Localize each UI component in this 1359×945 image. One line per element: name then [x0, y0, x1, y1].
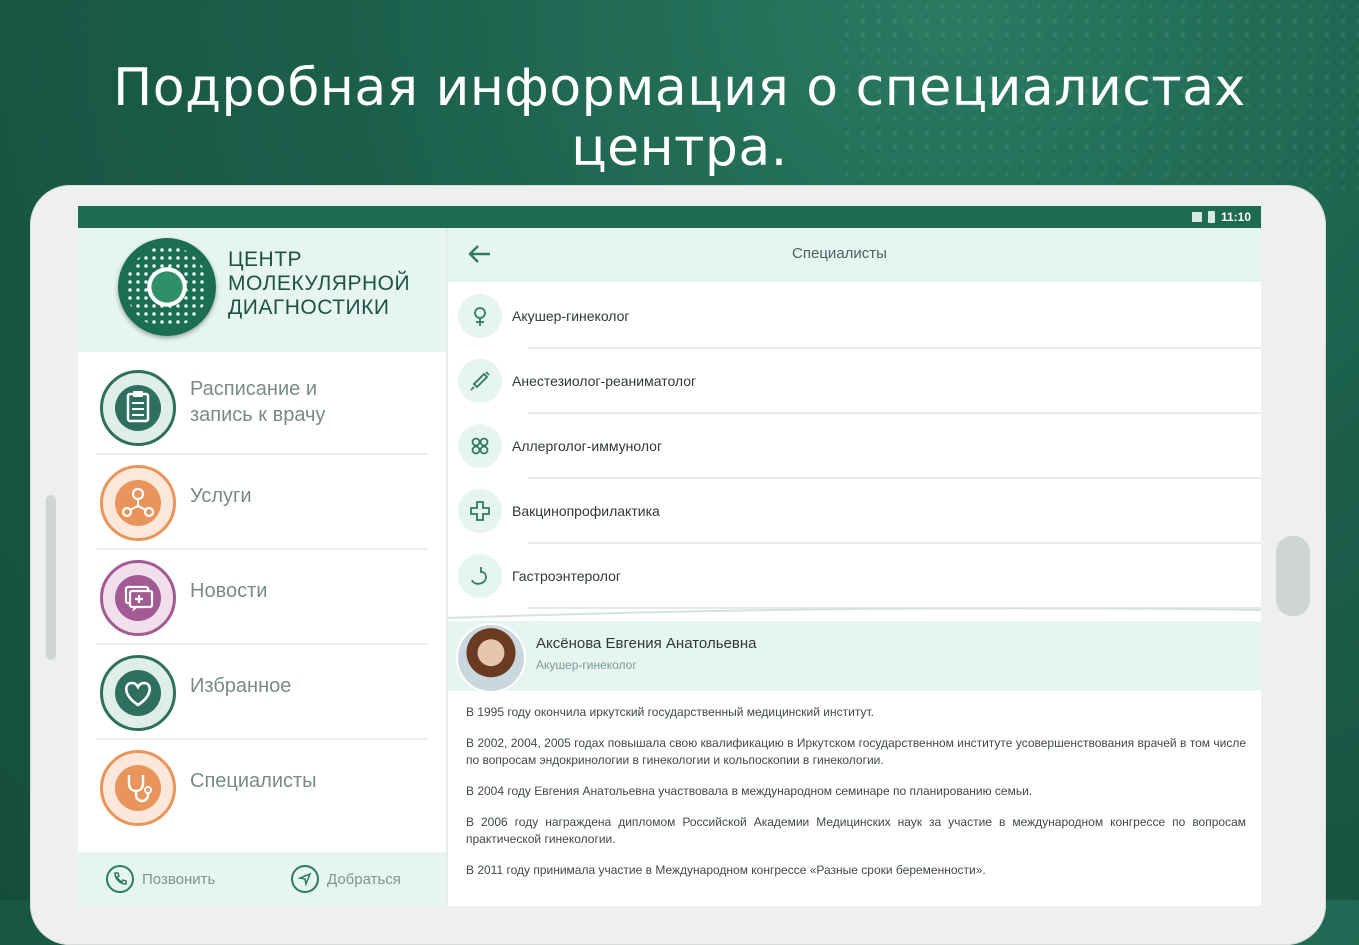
female-icon [458, 294, 502, 338]
doctor-specialty: Акушер-гинеколог [536, 658, 637, 672]
doctor-bio: В 1995 году окончила иркутский государст… [466, 704, 1246, 893]
drawer-header: ЦЕНТР МОЛЕКУЛЯРНОЙ ДИАГНОСТИКИ [78, 228, 446, 352]
menu-label-specialists: Специалисты [190, 770, 317, 792]
syringe-icon [458, 359, 502, 403]
logo-line-2: МОЛЕКУЛЯРНОЙ [228, 272, 411, 295]
list-item-specialty[interactable]: Аллерголог-иммунолог [448, 414, 1261, 479]
status-bar: 11:10 [78, 206, 1261, 228]
list-item-specialty[interactable]: Вакцинопрофилактика [448, 479, 1261, 544]
stomach-icon [458, 554, 502, 598]
page-title: Специалисты [792, 245, 887, 262]
tablet-side-button-left [46, 495, 56, 660]
logo-icon [118, 238, 216, 336]
menu-item-specialists[interactable]: Специалисты [78, 740, 446, 835]
call-button[interactable]: Позвонить [106, 865, 215, 893]
toolbar: Специалисты [448, 228, 1261, 282]
main-panel: Специалисты Акушер-гинеколог Анестезиоло… [448, 228, 1261, 906]
promo-headline: Подробная информация о специалистах цент… [113, 58, 1246, 178]
battery-icon [1207, 211, 1215, 223]
list-item-specialty[interactable]: Гастроэнтеролог [448, 544, 1261, 609]
menu-item-schedule[interactable]: Расписание и запись к врачу [78, 360, 446, 455]
tablet-screen: 11:10 ЦЕНТР МОЛЕКУЛЯРНОЙ ДИАГНОСТИКИ Рас… [78, 206, 1261, 906]
menu-label-news: Новости [190, 580, 268, 602]
specialty-label: Гастроэнтеролог [512, 568, 621, 584]
molecule-icon [100, 465, 176, 541]
menu-item-favorites[interactable]: Избранное [78, 645, 446, 740]
call-label: Позвонить [142, 870, 216, 888]
bio-paragraph: В 2011 году принимала участие в Междунар… [466, 863, 986, 877]
logo-line-3: ДИАГНОСТИКИ [228, 296, 390, 319]
specialty-label: Аллерголог-иммунолог [512, 438, 663, 454]
specialty-label: Анестезиолог-реаниматолог [512, 373, 697, 389]
logo-text: ЦЕНТР МОЛЕКУЛЯРНОЙ ДИАГНОСТИКИ [228, 248, 410, 320]
menu-label-services: Услуги [190, 485, 252, 507]
avatar [458, 625, 524, 691]
doctor-name: Аксёнова Евгения Анатольевна [536, 635, 757, 652]
tablet-side-button-right [1276, 536, 1310, 616]
menu-item-services[interactable]: Услуги [78, 455, 446, 550]
menu-label-favorites: Избранное [190, 675, 292, 697]
phone-icon [106, 865, 134, 893]
menu-item-news[interactable]: Новости [78, 550, 446, 645]
navigation-drawer: ЦЕНТР МОЛЕКУЛЯРНОЙ ДИАГНОСТИКИ Расписани… [78, 228, 448, 906]
drawer-menu: Расписание и запись к врачу Услуги Новос… [78, 360, 446, 835]
drawer-footer: Позвонить Добраться [78, 852, 446, 906]
heart-icon [100, 655, 176, 731]
bio-paragraph: В 2004 году Евгения Анатольевна участвов… [466, 784, 1033, 798]
status-time: 11:10 [1220, 210, 1251, 224]
doctor-card[interactable]: Аксёнова Евгения Анатольевна Акушер-гине… [448, 621, 1261, 691]
menu-label-schedule: Расписание и запись к врачу [190, 376, 325, 428]
cross-icon [458, 489, 502, 533]
list-item-specialty[interactable]: Акушер-гинеколог [448, 284, 1261, 349]
section-divider [448, 608, 1261, 619]
allergy-icon [458, 424, 502, 468]
route-button[interactable]: Добраться [291, 865, 401, 893]
logo-line-1: ЦЕНТР [228, 248, 303, 271]
menu-label-schedule-line1: Расписание и [190, 378, 317, 400]
signal-icon [1191, 212, 1202, 222]
bio-paragraph: В 2006 году награждена дипломом Российск… [466, 815, 1246, 846]
bio-paragraph: В 1995 году окончила иркутский государст… [466, 705, 874, 719]
menu-label-schedule-line2: запись к врачу [190, 404, 326, 426]
specialty-list: Акушер-гинеколог Анестезиолог-реаниматол… [448, 284, 1261, 609]
navigation-icon [291, 865, 319, 893]
stethoscope-icon [100, 750, 176, 826]
clipboard-icon [100, 370, 176, 446]
bio-paragraph: В 2002, 2004, 2005 годах повышала свою к… [466, 736, 1246, 767]
specialty-label: Акушер-гинеколог [512, 308, 630, 324]
news-icon [100, 560, 176, 636]
route-label: Добраться [327, 870, 401, 888]
specialty-label: Вакцинопрофилактика [512, 503, 660, 519]
list-item-specialty[interactable]: Анестезиолог-реаниматолог [448, 349, 1261, 414]
